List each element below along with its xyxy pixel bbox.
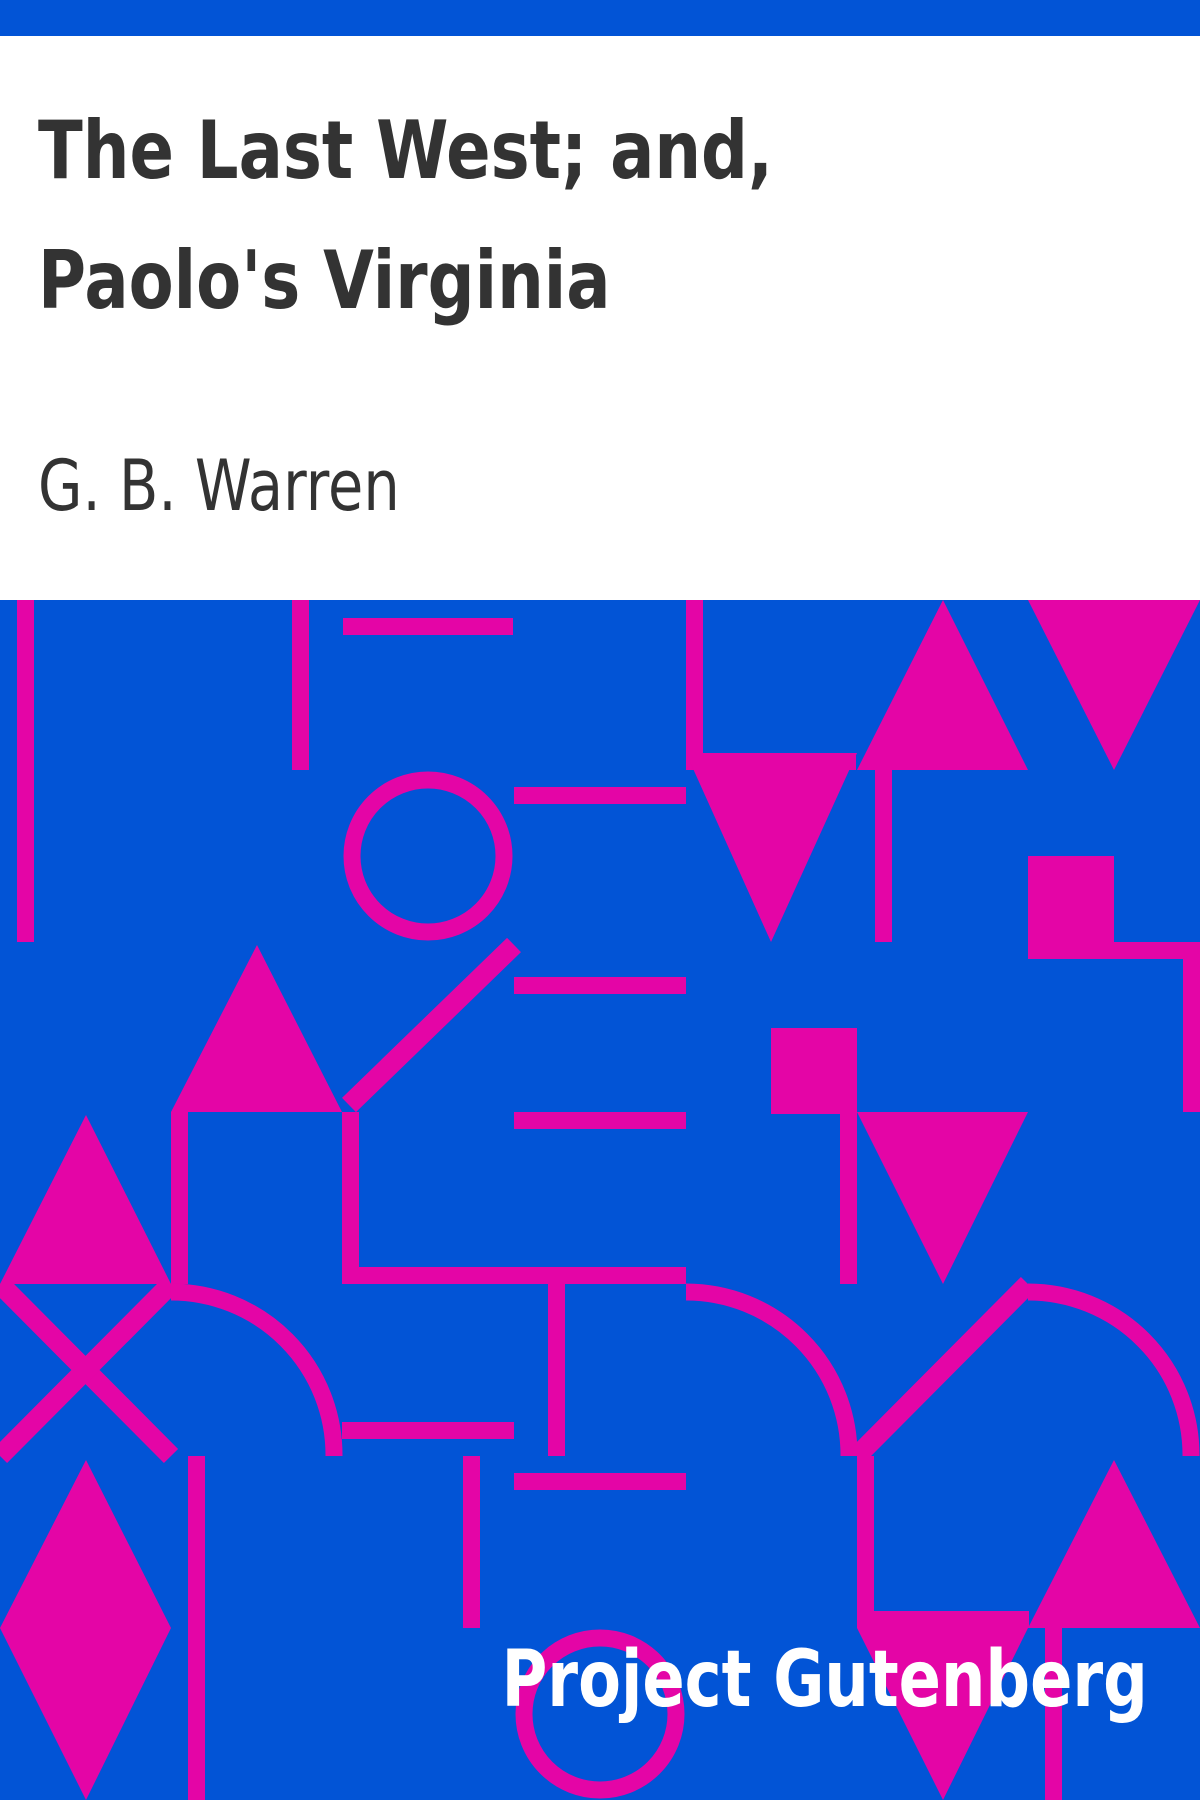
book-cover: The Last West; and, Paolo's Virginia G. …: [0, 0, 1200, 1800]
pattern-bar: [342, 1112, 359, 1284]
pattern-bar: [463, 1456, 480, 1628]
pattern-bar: [514, 787, 686, 804]
geometric-pattern: [0, 600, 1200, 1800]
pattern-bar: [188, 1456, 205, 1800]
pattern-square: [771, 1028, 857, 1114]
pattern-bar: [292, 600, 309, 770]
pattern-bar: [840, 1112, 857, 1284]
pattern-bar: [17, 600, 34, 942]
book-title: The Last West; and, Paolo's Virginia: [38, 104, 773, 327]
publisher-name: Project Gutenberg: [501, 1635, 1148, 1725]
pattern-bar: [857, 1611, 1029, 1628]
pattern-bar: [1183, 942, 1200, 1112]
pattern-bar: [686, 600, 703, 770]
pattern-bar: [857, 1456, 874, 1628]
pattern-bar: [343, 618, 513, 635]
pattern-bar: [875, 770, 892, 942]
title-panel: The Last West; and, Paolo's Virginia G. …: [0, 36, 1200, 600]
top-color-band: [0, 0, 1200, 36]
pattern-bar: [514, 977, 686, 994]
pattern-square: [1028, 856, 1114, 942]
pattern-bar: [171, 1112, 188, 1284]
pattern-bar: [342, 1267, 514, 1284]
pattern-bar: [548, 1284, 565, 1456]
pattern-bar: [514, 1267, 686, 1284]
pattern-bar: [514, 1473, 686, 1490]
pattern-bar: [514, 1112, 686, 1129]
pattern-bar: [1028, 942, 1200, 959]
book-author: G. B. Warren: [38, 445, 400, 527]
pattern-bar: [342, 1422, 514, 1439]
